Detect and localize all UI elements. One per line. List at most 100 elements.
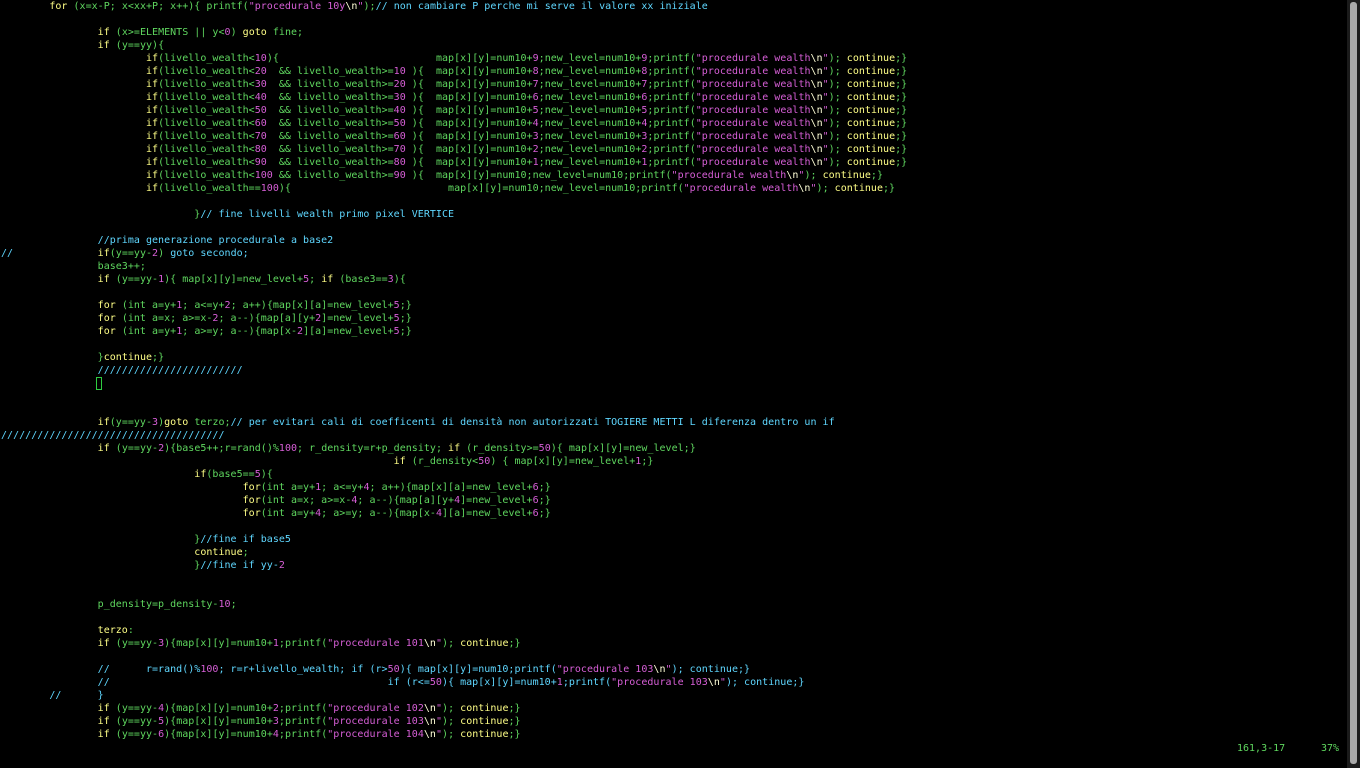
code-token: if	[1, 183, 159, 194]
code-token: 100	[278, 443, 298, 454]
code-token: ;new_level=num10+	[538, 66, 642, 77]
code-token: (int a=y+	[260, 508, 316, 519]
code-token: (livello_wealth<	[158, 53, 255, 64]
code-token: "procedurale wealth	[683, 183, 799, 194]
code-line: if(livello_wealth==100){ map[x][y]=num10…	[1, 182, 895, 195]
code-token: (y==yy-	[115, 443, 159, 454]
code-line: continue;	[1, 546, 249, 559]
code-token: );	[828, 131, 847, 142]
code-token: ){ map[x][y]=num10+	[405, 66, 533, 77]
code-token: ;	[242, 547, 249, 558]
code-token: )	[158, 248, 171, 259]
code-token: ;printf(	[647, 92, 696, 103]
code-token: ){ map[x][y]=num10;new_level=num10;print…	[278, 183, 684, 194]
code-token: ]=new_level+	[460, 495, 533, 506]
code-line: for(int a=y+4; a>=y; a--){map[x-4][a]=ne…	[1, 507, 551, 520]
code-token: // fine livelli wealth primo pixel VERTI…	[200, 209, 455, 220]
code-line: // r=rand()%100; r=r+livello_wealth; if …	[1, 663, 750, 676]
code-token: ; a++){map[x][a]=new_level+	[369, 482, 533, 493]
code-token: for	[1, 495, 261, 506]
code-token: ){ map[x][y]=num10+	[441, 677, 557, 688]
code-token: 50	[429, 677, 442, 688]
code-token: 10	[218, 599, 231, 610]
code-token: ;printf(	[647, 144, 696, 155]
code-token: ){ map[x][y]=num10+	[266, 53, 533, 64]
code-token: ){base5++;r=rand()%	[164, 443, 279, 454]
code-token: if	[1, 274, 116, 285]
code-token: "procedurale wealth	[671, 170, 787, 181]
code-token: ;}	[895, 66, 908, 77]
code-token: continue	[460, 716, 509, 727]
code-token: \n	[810, 118, 823, 129]
code-token: (y==yy-	[115, 703, 159, 714]
code-token: 80	[393, 157, 406, 168]
code-token: ;}	[399, 313, 412, 324]
code-token: (int a=y+	[260, 482, 316, 493]
code-line: ////////////////////////	[1, 364, 243, 377]
code-token: //prima generazione procedurale a base2	[1, 235, 334, 246]
scrollbar-thumb[interactable]	[1350, 2, 1357, 764]
vertical-scrollbar[interactable]	[1347, 0, 1360, 768]
code-token: "procedurale 101	[327, 638, 424, 649]
code-token: ;}	[895, 53, 908, 64]
code-token: (base5==	[206, 469, 255, 480]
code-token: ; a<=y+	[182, 300, 225, 311]
code-token: ){ map[x][y]=num10+	[405, 131, 533, 142]
code-token: (livello_wealth<	[158, 105, 255, 116]
code-line: if(livello_wealth<30 && livello_wealth>=…	[1, 78, 907, 91]
code-token: continue	[822, 170, 871, 181]
code-token: ;new_level=num10+	[538, 105, 642, 116]
code-line: // if (r<=50){ map[x][y]=num10+1;printf(…	[1, 676, 805, 689]
code-token: ][a]=new_level+	[303, 326, 394, 337]
code-token: for	[1, 482, 261, 493]
code-token: 60	[393, 131, 406, 142]
code-token: if	[1, 79, 159, 90]
code-token: if	[1, 456, 412, 467]
code-token: );	[363, 1, 376, 12]
code-line: if (y==yy-6){map[x][y]=num10+4;printf("p…	[1, 728, 521, 741]
code-token: ){ map[x][y]=num10;new_level=num10;print…	[405, 170, 672, 181]
code-token: // per evitari cali di coefficenti di de…	[230, 417, 835, 428]
code-token: (livello_wealth<	[158, 118, 255, 129]
code-token: 2	[278, 560, 285, 571]
code-token: continue	[846, 79, 896, 90]
code-token: continue	[846, 144, 896, 155]
code-token: && livello_wealth>=	[266, 92, 394, 103]
code-token: for	[1, 326, 122, 337]
code-token: \n	[423, 716, 436, 727]
code-token: // r=rand()%	[1, 664, 201, 675]
code-token: "procedurale 102	[327, 703, 424, 714]
code-editor[interactable]: for (x=x-P; x<xx+P; x++){ printf("proced…	[0, 0, 1346, 768]
code-token: "procedurale wealth	[695, 131, 811, 142]
code-line: }continue;}	[1, 351, 164, 364]
code-token: for	[1, 300, 122, 311]
code-token: ; a--){map[a][y+	[357, 495, 455, 506]
code-token: ]=new_level+	[321, 313, 394, 324]
code-token: continue	[460, 638, 509, 649]
code-token: if	[1, 105, 159, 116]
code-token: if	[1, 469, 207, 480]
code-token: (livello_wealth<	[158, 131, 255, 142]
code-token: ;}	[508, 729, 521, 740]
code-token: \n	[707, 677, 720, 688]
code-token: "procedurale 103	[327, 716, 424, 727]
code-line: if(livello_wealth<80 && livello_wealth>=…	[1, 143, 907, 156]
code-token: ;new_level=num10+	[538, 118, 642, 129]
code-token: );	[828, 144, 847, 155]
code-token: ; a--){map[a][y+	[218, 313, 316, 324]
code-token: ;}	[508, 703, 521, 714]
code-line: if (y==yy-3){map[x][y]=num10+1;printf("p…	[1, 637, 521, 650]
code-token: // non cambiare P perche mi serve il val…	[375, 1, 708, 12]
code-token: continue	[846, 105, 896, 116]
code-token: (x>=ELEMENTS || y<	[115, 27, 225, 38]
code-token: \n	[798, 183, 811, 194]
code-line: base3++;	[1, 260, 146, 273]
code-token: continue	[846, 53, 896, 64]
code-token: ////////////////////////	[1, 365, 243, 376]
code-line: if(livello_wealth<70 && livello_wealth>=…	[1, 130, 907, 143]
code-token: "procedurale 103	[611, 677, 708, 688]
code-token: //fine if base5	[200, 534, 291, 545]
code-token: "procedurale wealth	[695, 53, 811, 64]
code-token: \n	[423, 729, 436, 740]
code-token: ){ map[x][y]=num10+	[405, 144, 533, 155]
